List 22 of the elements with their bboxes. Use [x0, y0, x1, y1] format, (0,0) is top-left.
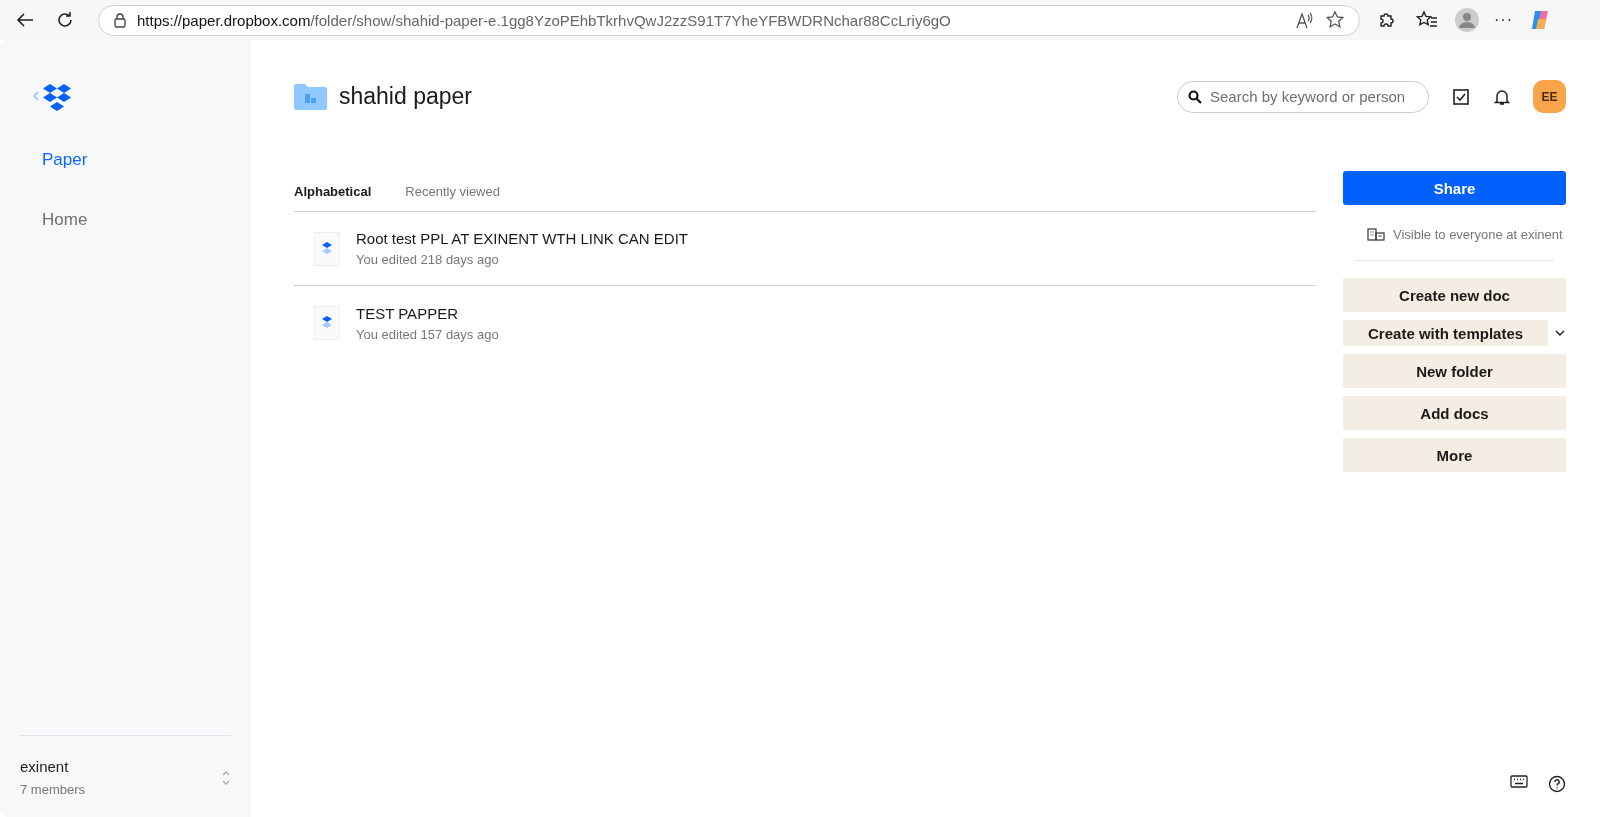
- url-text: https://paper.dropbox.com/folder/show/shahid-paper-e.1gg8YzoPEhbTkrhvQwJ2zzS91T7YheYFBWDRNchar88CcLriy6gO: [137, 11, 952, 29]
- folder-title: shahid paper: [339, 83, 473, 110]
- doc-edited-time: You edited 218 days ago: [356, 252, 500, 267]
- action-button[interactable]: Add docs: [1343, 396, 1566, 430]
- doc-title[interactable]: Root test PPL AT EXINENT WTH LINK CAN EDIT: [356, 230, 689, 247]
- visibility-text: Visible to everyone at exinent: [1393, 227, 1563, 242]
- address-bar[interactable]: https://paper.dropbox.com/folder/show/shahid-paper-e.1gg8YzoPEhbTkrhvQwJ2zzS91T7YheYFBWDRNchar88CcLriy6gO: [98, 4, 1360, 36]
- team-name: exinent: [20, 758, 70, 775]
- sort-tab[interactable]: Recently viewed: [405, 184, 500, 199]
- action-button[interactable]: More: [1343, 438, 1566, 472]
- doc-edited-time: You edited 157 days ago: [356, 326, 499, 342]
- sort-tab[interactable]: Alphabetical: [294, 184, 372, 199]
- team-members: 7 members: [20, 782, 86, 797]
- templates-button[interactable]: Create with templates: [1343, 320, 1549, 346]
- action-button[interactable]: Create new doc: [1343, 278, 1566, 312]
- more-menu[interactable]: ···: [1494, 11, 1513, 29]
- sidebar-item[interactable]: Home: [42, 210, 231, 230]
- action-button[interactable]: New folder: [1343, 354, 1566, 388]
- user-avatar[interactable]: EE: [1533, 80, 1566, 113]
- share-button[interactable]: Share: [1343, 171, 1566, 205]
- sidebar-item[interactable]: Paper: [42, 150, 231, 170]
- doc-title[interactable]: TEST PAPPER: [356, 304, 499, 322]
